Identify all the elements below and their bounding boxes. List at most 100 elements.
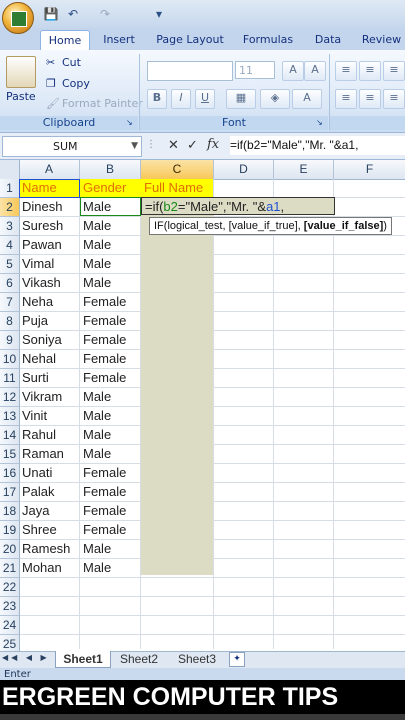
undo-icon[interactable]: ↶ bbox=[64, 5, 82, 23]
cell-gender[interactable]: Male bbox=[80, 559, 140, 577]
cell-gender[interactable]: Female bbox=[80, 369, 140, 387]
cell-gender[interactable]: Female bbox=[80, 331, 140, 349]
row-header[interactable]: 12 bbox=[0, 388, 20, 407]
row-header[interactable]: 9 bbox=[0, 331, 20, 350]
row-header[interactable]: 23 bbox=[0, 597, 20, 616]
column-header-f[interactable]: F bbox=[334, 160, 405, 179]
cell-name[interactable]: Jaya bbox=[19, 502, 79, 520]
sheet-tab-1[interactable]: Sheet1 bbox=[55, 651, 111, 668]
cell-name[interactable]: Nehal bbox=[19, 350, 79, 368]
cell-name[interactable]: Dinesh bbox=[19, 198, 79, 216]
cell-gender[interactable]: Male bbox=[80, 388, 140, 406]
tab-review[interactable]: Review bbox=[358, 30, 405, 50]
tab-page-layout[interactable]: Page Layout bbox=[152, 30, 228, 50]
column-header-b[interactable]: B bbox=[80, 160, 141, 179]
cell-gender[interactable]: Male bbox=[80, 445, 140, 463]
cell-name[interactable]: Ramesh bbox=[19, 540, 79, 558]
cell-name[interactable]: Raman bbox=[19, 445, 79, 463]
row-header[interactable]: 11 bbox=[0, 369, 20, 388]
name-box[interactable]: SUM ▼ bbox=[2, 136, 142, 157]
copy-icon[interactable]: ❐ bbox=[46, 77, 56, 91]
office-button[interactable] bbox=[2, 2, 34, 34]
row-header[interactable]: 15 bbox=[0, 445, 20, 464]
cell-gender[interactable]: Male bbox=[80, 426, 140, 444]
cell-gender[interactable]: Female bbox=[80, 521, 140, 539]
cell-name[interactable]: Mohan bbox=[19, 559, 79, 577]
cell-name[interactable]: Neha bbox=[19, 293, 79, 311]
sheet-tab-2[interactable]: Sheet2 bbox=[112, 651, 166, 667]
tab-insert[interactable]: Insert bbox=[96, 30, 142, 50]
cell-name[interactable]: Surti bbox=[19, 369, 79, 387]
cell-gender[interactable]: Male bbox=[80, 407, 140, 425]
cell-name[interactable]: Rahul bbox=[19, 426, 79, 444]
format-painter-button[interactable]: Format Painter bbox=[62, 97, 143, 111]
format-painter-icon[interactable]: 🖌 bbox=[46, 97, 60, 111]
copy-button[interactable]: Copy bbox=[62, 77, 90, 91]
row-header[interactable]: 16 bbox=[0, 464, 20, 483]
chevron-down-icon[interactable]: ▼ bbox=[131, 137, 138, 156]
save-icon[interactable]: 💾 bbox=[42, 5, 60, 23]
formula-input[interactable]: =if(b2="Male","Mr. "&a1, bbox=[230, 136, 405, 155]
cancel-icon[interactable]: ✕ bbox=[168, 138, 179, 153]
grow-font-icon[interactable]: A bbox=[282, 61, 304, 81]
row-header[interactable]: 24 bbox=[0, 616, 20, 635]
cell-name[interactable]: Soniya bbox=[19, 331, 79, 349]
align-center-icon[interactable]: ≡ bbox=[359, 89, 381, 109]
column-header-e[interactable]: E bbox=[274, 160, 334, 179]
cell-gender[interactable]: Female bbox=[80, 293, 140, 311]
cell-gender[interactable]: Male bbox=[80, 274, 140, 292]
column-header-c[interactable]: C bbox=[141, 160, 214, 179]
row-header[interactable]: 18 bbox=[0, 502, 20, 521]
cell-gender[interactable]: Male bbox=[80, 217, 140, 235]
insert-sheet-icon[interactable]: ✦ bbox=[229, 652, 245, 667]
font-name-field[interactable] bbox=[147, 61, 233, 81]
italic-button[interactable]: I bbox=[171, 89, 191, 109]
font-size-field[interactable]: 11 bbox=[235, 61, 275, 79]
enter-icon[interactable]: ✓ bbox=[187, 138, 198, 153]
cell-name[interactable]: Vinit bbox=[19, 407, 79, 425]
fill-color-icon[interactable]: ◈ bbox=[260, 89, 290, 109]
row-header[interactable]: 1 bbox=[0, 179, 20, 198]
tab-data[interactable]: Data bbox=[308, 30, 348, 50]
align-top-icon[interactable]: ≡ bbox=[335, 61, 357, 81]
cell-name[interactable]: Vikash bbox=[19, 274, 79, 292]
paste-icon[interactable] bbox=[6, 56, 36, 88]
row-header[interactable]: 6 bbox=[0, 274, 20, 293]
row-header[interactable]: 10 bbox=[0, 350, 20, 369]
align-left-icon[interactable]: ≡ bbox=[335, 89, 357, 109]
underline-button[interactable]: U bbox=[195, 89, 215, 109]
tab-formulas[interactable]: Formulas bbox=[238, 30, 298, 50]
font-color-icon[interactable]: A bbox=[292, 89, 322, 109]
cut-button[interactable]: Cut bbox=[62, 56, 81, 70]
row-header[interactable]: 8 bbox=[0, 312, 20, 331]
align-bottom-icon[interactable]: ≡ bbox=[383, 61, 405, 81]
cut-icon[interactable]: ✂ bbox=[46, 56, 55, 70]
column-header-d[interactable]: D bbox=[214, 160, 274, 179]
cell-gender[interactable]: Female bbox=[80, 312, 140, 330]
tab-home[interactable]: Home bbox=[40, 30, 90, 51]
cell-name[interactable]: Puja bbox=[19, 312, 79, 330]
cell-name[interactable]: Suresh bbox=[19, 217, 79, 235]
cell-gender[interactable]: Male bbox=[80, 236, 140, 254]
row-header[interactable]: 2 bbox=[0, 198, 20, 217]
row-header[interactable]: 20 bbox=[0, 540, 20, 559]
row-header[interactable]: 13 bbox=[0, 407, 20, 426]
borders-icon[interactable]: ▦ bbox=[226, 89, 256, 109]
cell-name[interactable]: Palak bbox=[19, 483, 79, 501]
cell-gender[interactable]: Female bbox=[80, 464, 140, 482]
cell-gender[interactable]: Female bbox=[80, 350, 140, 368]
row-header[interactable]: 7 bbox=[0, 293, 20, 312]
row-header[interactable]: 14 bbox=[0, 426, 20, 445]
row-header[interactable]: 17 bbox=[0, 483, 20, 502]
cell-b1[interactable]: Gender bbox=[80, 179, 140, 197]
sheet-tab-3[interactable]: Sheet3 bbox=[170, 651, 224, 667]
font-launcher-icon[interactable]: ↘ bbox=[316, 118, 325, 127]
quick-access-dropdown-icon[interactable]: ▾ bbox=[150, 5, 168, 23]
row-header[interactable]: 19 bbox=[0, 521, 20, 540]
row-header[interactable]: 3 bbox=[0, 217, 20, 236]
clipboard-launcher-icon[interactable]: ↘ bbox=[126, 118, 135, 127]
select-all-button[interactable] bbox=[0, 160, 20, 179]
redo-icon[interactable]: ↷ bbox=[96, 5, 114, 23]
cell-gender[interactable]: Male bbox=[80, 255, 140, 273]
cell-name[interactable]: Vikram bbox=[19, 388, 79, 406]
